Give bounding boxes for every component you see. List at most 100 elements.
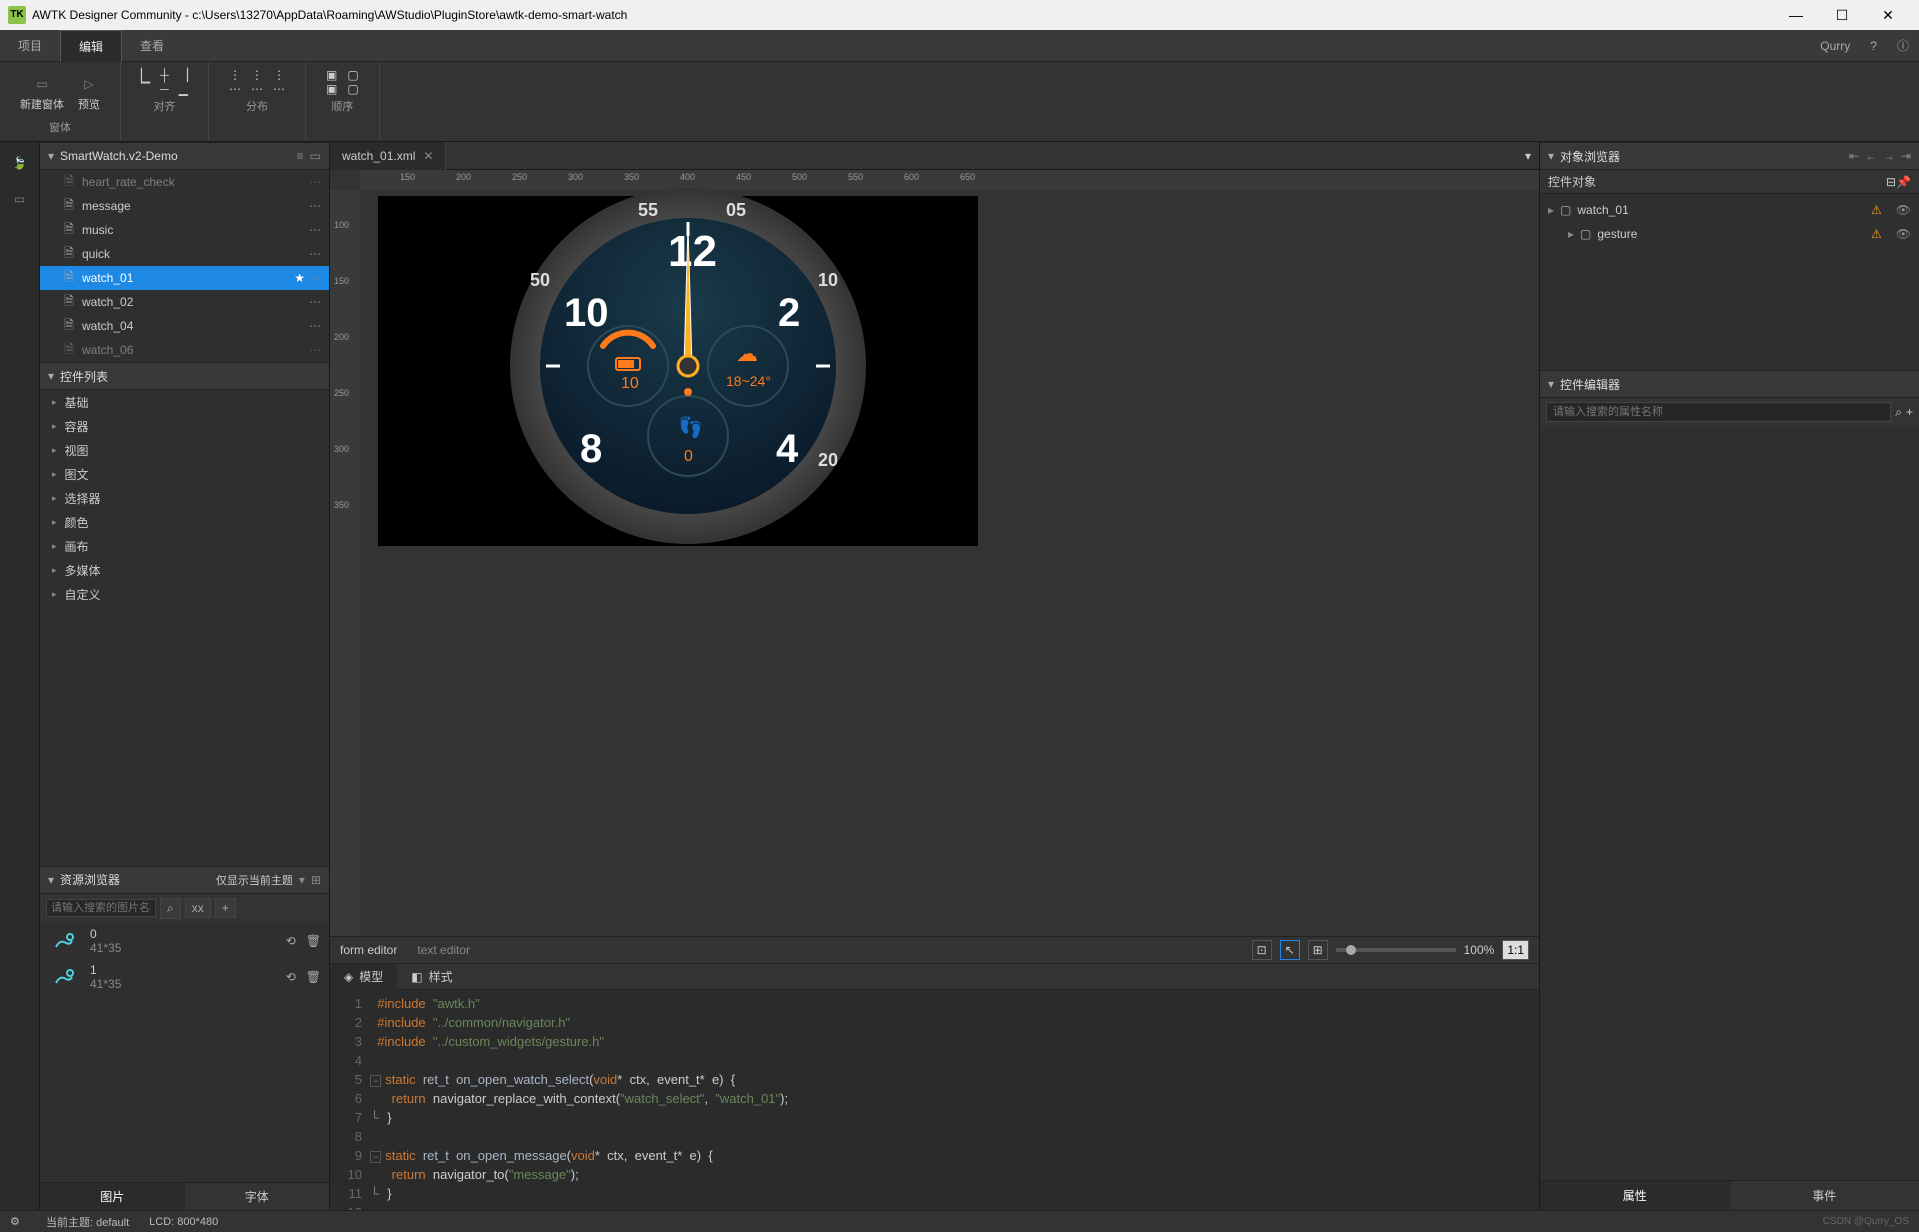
- property-tab-event[interactable]: 事件: [1730, 1181, 1919, 1210]
- project-panel-header[interactable]: ▾ SmartWatch.v2-Demo ≡ ▭: [40, 142, 329, 170]
- widget-category[interactable]: ▸图文: [40, 462, 329, 486]
- form-editor-tab[interactable]: form editor: [340, 943, 397, 957]
- distribute-h1-icon[interactable]: ⋮: [229, 68, 241, 82]
- eye-icon[interactable]: 👁: [1896, 227, 1911, 241]
- code-editor[interactable]: 123456789101112 #include "awtk.h" #inclu…: [330, 990, 1539, 1210]
- file-more-icon[interactable]: ⋯: [309, 199, 321, 213]
- resource-panel-header[interactable]: ▾ 资源浏览器 仅显示当前主题 ▾ ⊞: [40, 866, 329, 894]
- canvas-area[interactable]: 150200250300350400450500550600650 100150…: [330, 170, 1539, 936]
- minimize-button[interactable]: —: [1773, 0, 1819, 30]
- object-browser-header[interactable]: ▾ 对象浏览器 ⇤ ← → ⇥: [1540, 142, 1919, 170]
- obj-nav-next-icon[interactable]: →: [1883, 149, 1895, 163]
- order-front-icon[interactable]: ▣: [326, 68, 337, 82]
- eye-icon[interactable]: 👁: [1896, 203, 1911, 217]
- distribute-v3-icon[interactable]: ⋯: [273, 82, 285, 96]
- file-item[interactable]: 🗎watch_06⋯: [40, 338, 329, 362]
- order-backward-icon[interactable]: ▢: [347, 82, 358, 96]
- rail-pin-icon[interactable]: ▭: [9, 188, 31, 210]
- text-editor-tab[interactable]: text editor: [417, 943, 470, 957]
- resource-delete-icon[interactable]: 🗑: [306, 934, 321, 948]
- preview-icon[interactable]: ▷: [79, 74, 99, 94]
- align-right-icon[interactable]: ▕: [179, 68, 188, 82]
- widget-category[interactable]: ▸视图: [40, 438, 329, 462]
- widget-category[interactable]: ▸多媒体: [40, 558, 329, 582]
- property-tab-attr[interactable]: 属性: [1540, 1181, 1730, 1210]
- property-editor-header[interactable]: ▾ 控件编辑器: [1540, 370, 1919, 398]
- zoom-ratio-button[interactable]: 1:1: [1502, 940, 1529, 960]
- tab-dropdown-icon[interactable]: ▾: [1517, 149, 1539, 163]
- resource-tab-image[interactable]: 图片: [40, 1183, 185, 1210]
- menu-project[interactable]: 项目: [0, 30, 60, 62]
- resource-refresh-icon[interactable]: ⟲: [286, 970, 296, 984]
- distribute-v1-icon[interactable]: ⋯: [229, 82, 241, 96]
- tree-node[interactable]: ▸▢gesture⚠👁: [1540, 222, 1919, 246]
- zoom-fit-icon[interactable]: ⊡: [1252, 940, 1272, 960]
- resource-refresh-icon[interactable]: ⟲: [286, 934, 296, 948]
- file-item[interactable]: 🗎message⋯: [40, 194, 329, 218]
- info-icon[interactable]: ⓘ: [1887, 37, 1919, 54]
- distribute-h3-icon[interactable]: ⋮: [273, 68, 285, 82]
- widget-category[interactable]: ▸选择器: [40, 486, 329, 510]
- file-more-icon[interactable]: ⋯: [309, 223, 321, 237]
- zoom-slider[interactable]: [1336, 948, 1456, 952]
- resource-filter-dropdown[interactable]: 仅显示当前主题: [216, 872, 293, 888]
- file-more-icon[interactable]: ⋯: [309, 343, 321, 357]
- menu-edit[interactable]: 编辑: [60, 30, 122, 62]
- settings-icon[interactable]: ⚙: [10, 1215, 26, 1228]
- widget-category[interactable]: ▸画布: [40, 534, 329, 558]
- obj-nav-last-icon[interactable]: ⇥: [1901, 149, 1911, 163]
- zoom-grid-icon[interactable]: ⊞: [1308, 940, 1328, 960]
- resource-size-input[interactable]: xx: [185, 898, 211, 918]
- resource-item[interactable]: 141*35⟲🗑: [40, 959, 329, 995]
- align-left-icon[interactable]: ▏: [141, 68, 150, 82]
- new-window-icon[interactable]: ▭: [32, 74, 52, 94]
- file-more-icon[interactable]: ⋯: [309, 271, 321, 285]
- code-tab-style[interactable]: ◧样式: [397, 964, 466, 990]
- file-item[interactable]: 🗎watch_04⋯: [40, 314, 329, 338]
- resource-search-input[interactable]: [46, 899, 156, 917]
- tree-node[interactable]: ▸▢watch_01⚠👁: [1540, 198, 1919, 222]
- user-label[interactable]: Qurry: [1810, 39, 1860, 53]
- obj-sort-icon[interactable]: ⊟: [1886, 175, 1896, 189]
- project-more-icon[interactable]: ▭: [310, 149, 321, 163]
- file-item[interactable]: 🗎watch_01★⋯: [40, 266, 329, 290]
- maximize-button[interactable]: ☐: [1819, 0, 1865, 30]
- file-more-icon[interactable]: ⋯: [309, 247, 321, 261]
- resource-add-button[interactable]: +: [215, 898, 236, 918]
- resource-grid-icon[interactable]: ⊞: [311, 873, 321, 887]
- distribute-v2-icon[interactable]: ⋯: [251, 82, 263, 96]
- align-middle-icon[interactable]: ─: [160, 82, 169, 96]
- zoom-pointer-icon[interactable]: ↖: [1280, 940, 1300, 960]
- file-more-icon[interactable]: ⋯: [309, 295, 321, 309]
- watch-face[interactable]: 55 05 10 20 50 12 2 4 8 10: [508, 186, 868, 546]
- project-menu-icon[interactable]: ≡: [297, 149, 304, 163]
- file-item[interactable]: 🗎watch_02⋯: [40, 290, 329, 314]
- resource-caret-icon[interactable]: ▾: [299, 873, 305, 887]
- close-button[interactable]: ✕: [1865, 0, 1911, 30]
- menu-view[interactable]: 查看: [122, 30, 182, 62]
- order-forward-icon[interactable]: ▣: [326, 82, 337, 96]
- resource-item[interactable]: 041*35⟲🗑: [40, 923, 329, 959]
- rail-leaf-icon[interactable]: 🍃: [9, 152, 31, 174]
- align-top-icon[interactable]: ▔: [141, 82, 150, 96]
- widget-category[interactable]: ▸基础: [40, 390, 329, 414]
- widget-category[interactable]: ▸颜色: [40, 510, 329, 534]
- property-search-input[interactable]: [1546, 402, 1891, 422]
- resource-delete-icon[interactable]: 🗑: [306, 970, 321, 984]
- obj-pin-icon[interactable]: 📌: [1896, 175, 1911, 189]
- code-tab-model[interactable]: ◈模型: [330, 964, 397, 990]
- obj-nav-prev-icon[interactable]: ←: [1865, 149, 1877, 163]
- property-search-icon[interactable]: ⌕: [1895, 405, 1902, 420]
- order-back-icon[interactable]: ▢: [347, 68, 358, 82]
- file-more-icon[interactable]: ⋯: [309, 319, 321, 333]
- file-item[interactable]: 🗎quick⋯: [40, 242, 329, 266]
- file-item[interactable]: 🗎music⋯: [40, 218, 329, 242]
- help-icon[interactable]: ?: [1860, 39, 1887, 53]
- align-bottom-icon[interactable]: ▁: [179, 82, 188, 96]
- widget-category[interactable]: ▸容器: [40, 414, 329, 438]
- widget-panel-header[interactable]: ▾ 控件列表: [40, 362, 329, 390]
- resource-tab-font[interactable]: 字体: [185, 1183, 330, 1210]
- resource-search-icon[interactable]: ⌕: [160, 898, 181, 919]
- editor-tab[interactable]: watch_01.xml ✕: [330, 142, 446, 170]
- obj-nav-first-icon[interactable]: ⇤: [1849, 149, 1859, 163]
